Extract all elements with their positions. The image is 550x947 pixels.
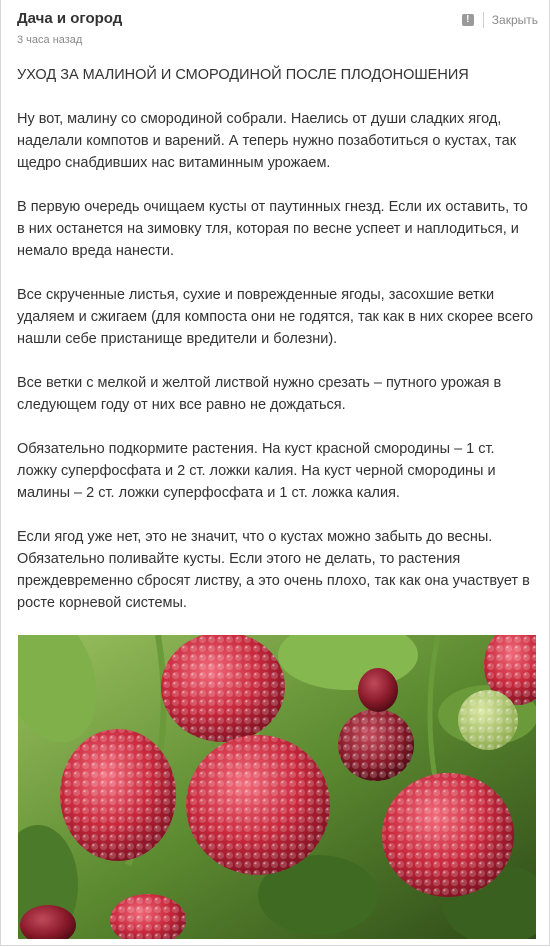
close-button[interactable]: Закрыть <box>492 13 538 27</box>
group-name-link[interactable]: Дача и огород <box>17 10 122 27</box>
raspberries-illustration <box>18 635 536 939</box>
post-actions: ! Закрыть <box>461 12 538 28</box>
post-paragraph: Если ягод уже нет, это не значит, что о … <box>17 529 530 611</box>
post-paragraph: Все ветки с мелкой и желтой листвой нужн… <box>17 375 502 413</box>
post-title: УХОД ЗА МАЛИНОЙ И СМОРОДИНОЙ ПОСЛЕ ПЛОДО… <box>17 67 469 83</box>
post-paragraph: Ну вот, малину со смородиной собрали. На… <box>17 111 517 171</box>
post-paragraph: Все скрученные листья, сухие и поврежден… <box>17 287 534 347</box>
post-text: УХОД ЗА МАЛИНОЙ И СМОРОДИНОЙ ПОСЛЕ ПЛОДО… <box>17 64 537 636</box>
post-paragraph: В первую очередь очищаем кусты от паутин… <box>17 199 528 259</box>
raspberries-photo[interactable] <box>18 635 536 939</box>
divider <box>482 12 484 28</box>
post-header: Дача и огород 3 часа назад ! Закрыть <box>17 10 538 54</box>
post-time[interactable]: 3 часа назад <box>17 34 82 46</box>
exclamation-icon[interactable]: ! <box>461 14 474 26</box>
post-paragraph: Обязательно подкормите растения. На куст… <box>17 441 496 501</box>
